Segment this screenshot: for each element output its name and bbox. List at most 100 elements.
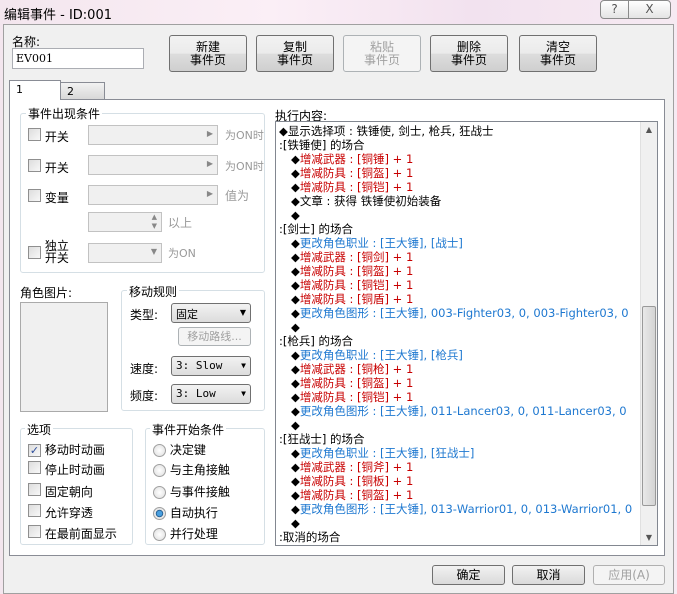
- option-checkbox[interactable]: 在最前面显示: [28, 525, 117, 542]
- scrollbar[interactable]: ▲ ▼: [640, 122, 657, 545]
- spin-up-icon: ▲: [151, 213, 157, 221]
- variable-select[interactable]: ▶: [88, 185, 218, 205]
- diamond-icon: ◆: [291, 474, 300, 488]
- checkmark-icon: ✓: [28, 444, 41, 457]
- event-command-list[interactable]: ◆显示选择项 : 铁锤使, 剑士, 枪兵, 狂战士:[铁锤使] 的场合 ◆增减武器…: [275, 121, 658, 546]
- command-line[interactable]: ◆增减防具 : [铜铠] + 1: [279, 278, 657, 292]
- switch1-suffix: 为ON时: [225, 129, 264, 142]
- trigger-radio[interactable]: 决定键: [153, 441, 206, 458]
- graphic-preview[interactable]: [20, 302, 108, 412]
- command-line[interactable]: ◆更改角色职业 : [王大锤], [枪兵]: [279, 348, 657, 362]
- command-line[interactable]: ◆增减防具 : [铜板] + 1: [279, 474, 657, 488]
- diamond-icon: ◆: [291, 460, 300, 474]
- command-line[interactable]: ◆显示选择项 : 铁锤使, 剑士, 枪兵, 狂战士: [279, 124, 657, 138]
- diamond-icon: ◆: [291, 180, 300, 194]
- tab-1[interactable]: 1: [9, 80, 61, 100]
- variable-value-spinner[interactable]: ▲ ▼: [88, 212, 162, 232]
- switch1-select[interactable]: ▶: [88, 125, 218, 145]
- command-line[interactable]: :取消的场合: [279, 530, 657, 544]
- toolbar-button-1[interactable]: 复制 事件页: [256, 35, 334, 72]
- switch2-select[interactable]: ▶: [88, 155, 218, 175]
- switch1-checkbox[interactable]: 开关: [28, 128, 69, 145]
- diamond-icon: ◆: [291, 502, 300, 516]
- checkbox-icon: [28, 483, 41, 496]
- scroll-down-icon[interactable]: ▼: [641, 533, 657, 542]
- speed-select[interactable]: 3: Slow ▼: [171, 356, 251, 376]
- diamond-icon: ◆: [291, 418, 300, 432]
- command-line[interactable]: :[狂战士] 的场合: [279, 432, 657, 446]
- command-line[interactable]: ◆增减防具 : [铜盔] + 1: [279, 264, 657, 278]
- command-line[interactable]: ◆增减武器 : [铜枪] + 1: [279, 362, 657, 376]
- switch1-label: 开关: [44, 130, 69, 144]
- command-line[interactable]: ◆更改角色图形 : [王大锤], 011-Lancer03, 0, 011-La…: [279, 404, 657, 418]
- toolbar-button-0[interactable]: 新建 事件页: [169, 35, 247, 72]
- switch2-suffix: 为ON时: [225, 160, 264, 173]
- command-line[interactable]: ◆增减武器 : [铜锤] + 1: [279, 152, 657, 166]
- command-line[interactable]: ◆增减防具 : [铜盔] + 1: [279, 166, 657, 180]
- help-button[interactable]: ?: [600, 0, 629, 19]
- command-line[interactable]: ◆更改角色图形 : [王大锤], 003-Fighter03, 0, 003-F…: [279, 306, 657, 320]
- diamond-icon: ◆: [291, 390, 300, 404]
- option-checkbox[interactable]: 固定朝向: [28, 483, 93, 500]
- self-switch-suffix: 为ON: [168, 247, 196, 260]
- command-text: :[铁锤使] 的场合: [279, 138, 365, 152]
- command-line[interactable]: ◆增减防具 : [铜盔] + 1: [279, 488, 657, 502]
- command-line[interactable]: ◆更改角色职业 : [王大锤], [战士]: [279, 236, 657, 250]
- command-line[interactable]: :[剑士] 的场合: [279, 222, 657, 236]
- button-label-2: 事件页: [276, 53, 313, 67]
- self-switch-checkbox[interactable]: 独立 开关: [28, 240, 69, 264]
- checkbox-icon: [28, 189, 41, 202]
- command-text: 增减防具 : [铜盔] + 1: [299, 376, 414, 390]
- close-button[interactable]: X: [628, 0, 671, 19]
- command-text: 增减防具 : [铜盔] + 1: [299, 488, 414, 502]
- scrollbar-thumb[interactable]: [642, 306, 656, 506]
- command-line[interactable]: :[枪兵] 的场合: [279, 334, 657, 348]
- option-checkbox[interactable]: 停止时动画: [28, 461, 105, 478]
- diamond-icon: ◆: [291, 404, 300, 418]
- diamond-icon: ◆: [291, 446, 300, 460]
- command-line[interactable]: ◆: [279, 418, 657, 432]
- button-label-2: 事件页: [539, 53, 576, 67]
- switch2-checkbox[interactable]: 开关: [28, 159, 69, 176]
- command-line[interactable]: ◆: [279, 320, 657, 334]
- command-line[interactable]: ◆增减武器 : [铜剑] + 1: [279, 250, 657, 264]
- trigger-title: 事件开始条件: [150, 421, 227, 438]
- command-line[interactable]: ◆增减防具 : [铜盾] + 1: [279, 292, 657, 306]
- command-line[interactable]: ◆增减防具 : [铜盔] + 1: [279, 376, 657, 390]
- cancel-button[interactable]: 取消: [512, 565, 585, 585]
- diamond-icon: ◆: [291, 306, 300, 320]
- command-line[interactable]: ◆: [279, 516, 657, 530]
- radio-icon: [153, 528, 166, 541]
- chevron-down-icon: ▼: [241, 361, 246, 370]
- command-line[interactable]: ◆更改角色职业 : [王大锤], [狂战士]: [279, 446, 657, 460]
- trigger-radio[interactable]: 并行处理: [153, 525, 218, 542]
- command-line[interactable]: ◆文章 : 获得 铁锤使初始装备: [279, 194, 657, 208]
- command-line[interactable]: ◆更改角色图形 : [王大锤], 013-Warrior01, 0, 013-W…: [279, 502, 657, 516]
- diamond-icon: ◆: [291, 236, 300, 250]
- command-line[interactable]: :[铁锤使] 的场合: [279, 138, 657, 152]
- option-checkbox[interactable]: ✓ 移动时动画: [28, 441, 105, 458]
- command-text: 增减防具 : [铜盾] + 1: [299, 292, 414, 306]
- ok-button[interactable]: 确定: [432, 565, 505, 585]
- type-select[interactable]: 固定 ▼: [171, 303, 251, 323]
- tab-2[interactable]: 2: [60, 82, 105, 99]
- trigger-radio[interactable]: 与主角接触: [153, 461, 230, 478]
- move-route-button[interactable]: 移动路线...: [178, 327, 251, 346]
- trigger-radio[interactable]: 自动执行: [153, 504, 218, 521]
- apply-button[interactable]: 应用(A): [593, 565, 665, 585]
- trigger-radio[interactable]: 与事件接触: [153, 483, 230, 500]
- scroll-up-icon[interactable]: ▲: [641, 125, 657, 134]
- variable-checkbox[interactable]: 变量: [28, 189, 69, 206]
- name-input[interactable]: [12, 48, 144, 69]
- frequency-select[interactable]: 3: Low ▼: [171, 384, 251, 404]
- command-line[interactable]: ◆增减防具 : [铜铠] + 1: [279, 390, 657, 404]
- command-line[interactable]: ◆增减防具 : [铜铠] + 1: [279, 180, 657, 194]
- option-checkbox[interactable]: 允许穿透: [28, 504, 93, 521]
- command-text: 更改角色图形 : [王大锤], 003-Fighter03, 0, 003-Fi…: [299, 306, 629, 320]
- toolbar-button-4[interactable]: 清空 事件页: [519, 35, 597, 72]
- toolbar-button-2[interactable]: 粘贴 事件页: [343, 35, 421, 72]
- command-line[interactable]: ◆增减武器 : [铜斧] + 1: [279, 460, 657, 474]
- toolbar-button-3[interactable]: 删除 事件页: [430, 35, 508, 72]
- command-line[interactable]: ◆: [279, 208, 657, 222]
- self-switch-select[interactable]: ▼: [88, 243, 162, 263]
